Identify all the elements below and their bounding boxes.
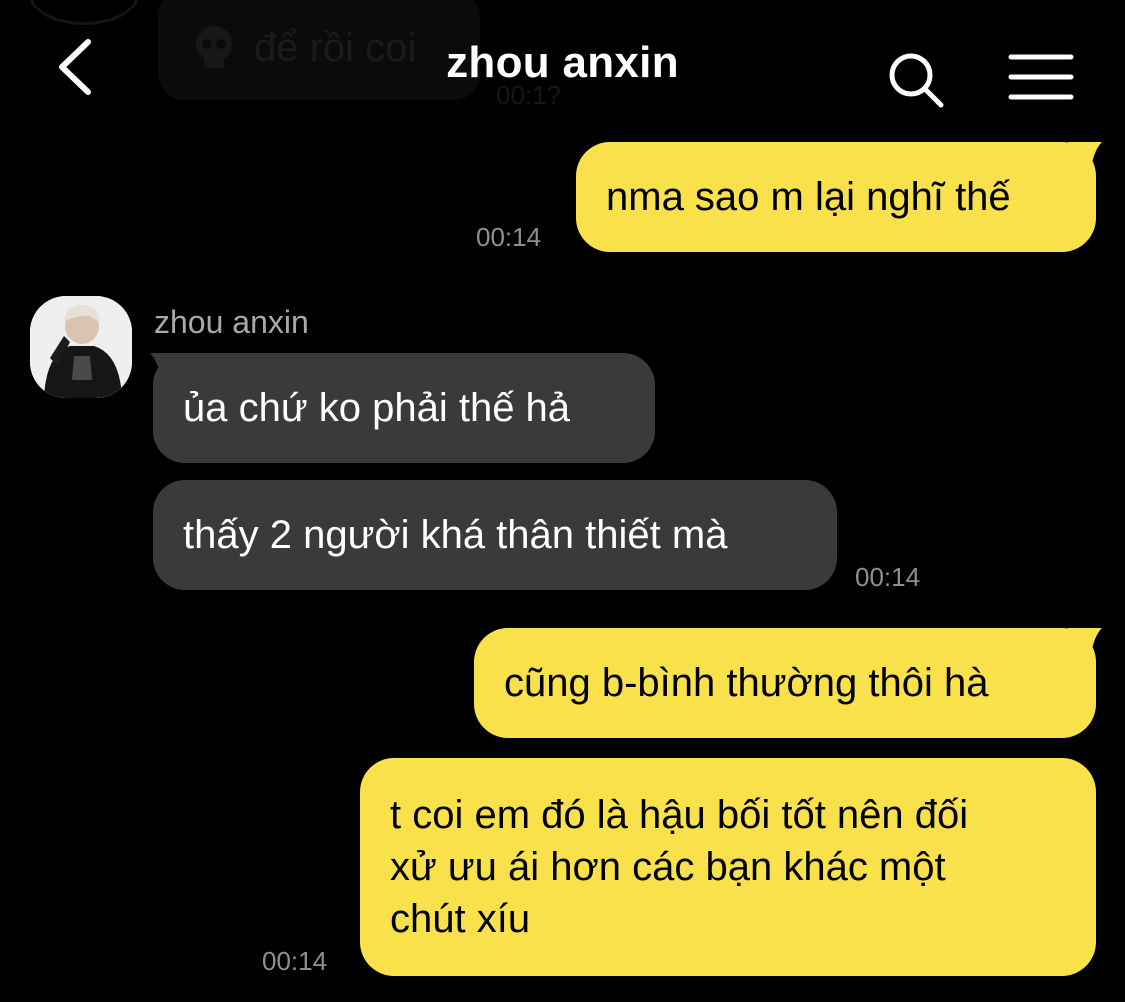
message-bubble-sent[interactable]: cũng b-bình thường thôi hà (474, 628, 1096, 738)
sender-name: zhou anxin (154, 304, 309, 340)
message-bubble-sent[interactable]: t coi em đó là hậu bối tốt nên đối xử ưu… (360, 758, 1096, 976)
message-text: ủa chứ ko phải thế hả (183, 386, 571, 430)
avatar[interactable] (30, 296, 132, 398)
hamburger-menu-icon[interactable] (1008, 52, 1074, 102)
message-text: cũng b-bình thường thôi hà (504, 661, 989, 705)
page-title: zhou anxin (446, 38, 679, 87)
message-text: t coi em đó là hậu bối tốt nên đối xử ưu… (390, 793, 969, 941)
search-icon[interactable] (886, 50, 946, 110)
person-photo-icon (30, 296, 132, 398)
message-text: nma sao m lại nghĩ thế (606, 175, 1011, 219)
faded-avatar (28, 0, 140, 25)
message-text: thấy 2 người khá thân thiết mà (183, 513, 728, 557)
message-timestamp: 00:14 (262, 946, 328, 976)
message-bubble-sent[interactable]: nma sao m lại nghĩ thế (576, 142, 1096, 252)
message-timestamp: 00:14 (855, 562, 921, 592)
message-timestamp: 00:14 (476, 222, 542, 252)
message-bubble-received[interactable]: ủa chứ ko phải thế hả (153, 353, 655, 463)
message-bubble-received[interactable]: thấy 2 người khá thân thiết mà (153, 480, 837, 590)
